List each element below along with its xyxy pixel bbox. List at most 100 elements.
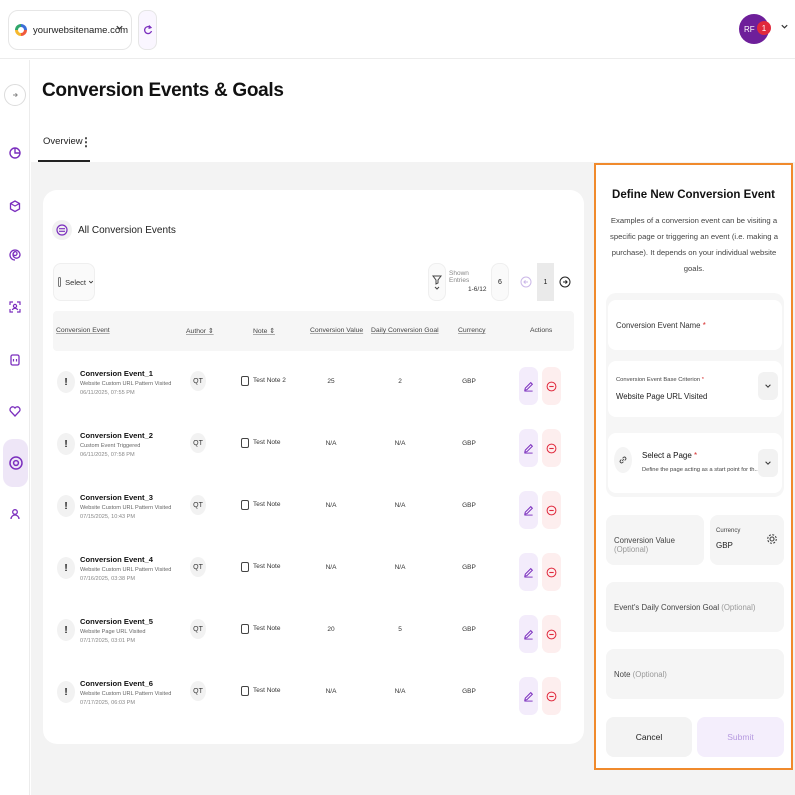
previous-page-button[interactable] (515, 263, 537, 301)
event-name[interactable]: Conversion Event_6 (80, 679, 153, 688)
sidebar-item-heatmaps[interactable] (4, 400, 26, 422)
entries-per-page-select[interactable]: 6 (491, 263, 509, 301)
more-vertical-icon[interactable]: ⋮ (80, 135, 92, 149)
edit-button[interactable] (519, 553, 538, 591)
minus-circle-icon (546, 381, 557, 391)
daily-goal: N/A (394, 502, 406, 509)
event-name[interactable]: Conversion Event_3 (80, 493, 153, 502)
column-currency[interactable]: Currency (458, 327, 486, 334)
column-author[interactable]: Author ⇕ (186, 327, 214, 335)
delete-button[interactable] (542, 367, 561, 405)
daily-goal-input[interactable]: Event's Daily Conversion Goal (Optional) (606, 582, 784, 632)
event-name[interactable]: Conversion Event_1 (80, 369, 153, 378)
conversion-value: N/A (325, 688, 337, 695)
criterion-text: Conversion Event Base Criterion (616, 377, 701, 383)
event-name[interactable]: Conversion Event_5 (80, 617, 153, 626)
optional-hint: (Optional) (632, 670, 667, 679)
note-input[interactable]: Note (Optional) (606, 649, 784, 699)
edit-button[interactable] (519, 367, 538, 405)
page-number-current[interactable]: 1 (537, 263, 554, 301)
note-icon (241, 376, 249, 386)
edit-button[interactable] (519, 491, 538, 529)
event-name[interactable]: Conversion Event_4 (80, 555, 153, 564)
chevron-down-icon (115, 23, 124, 32)
event-date: 07/17/2025, 03:01 PM (80, 638, 136, 644)
delete-button[interactable] (542, 491, 561, 529)
box-icon (9, 200, 21, 213)
minus-circle-icon (546, 443, 557, 453)
chevron-down-icon[interactable] (758, 372, 778, 400)
table-header: Conversion Event Author ⇕ Note ⇕ Convers… (53, 311, 574, 351)
sidebar-item-dashboard[interactable] (4, 142, 26, 164)
page-select[interactable]: Select a Page * Define the page acting a… (608, 433, 782, 493)
author-avatar: QT (190, 557, 206, 577)
edit-button[interactable] (519, 615, 538, 653)
event-name-label: Conversion Event Name * (616, 321, 706, 330)
conversion-value: N/A (325, 502, 337, 509)
event-name-input[interactable]: Conversion Event Name * (608, 300, 782, 350)
account-chevron-icon[interactable] (780, 22, 789, 31)
refresh-button[interactable] (138, 10, 157, 50)
edit-button[interactable] (519, 429, 538, 467)
conversion-value-input[interactable]: Conversion Value (Optional) (606, 515, 704, 565)
event-criterion: Website Custom URL Pattern Visited (80, 691, 172, 697)
sidebar-collapse-button[interactable] (4, 84, 26, 106)
event-name-text: Conversion Event Name (616, 321, 701, 330)
pencil-icon (524, 505, 534, 516)
user-avatar[interactable]: RF 1 (739, 14, 771, 44)
base-criterion-select[interactable]: Conversion Event Base Criterion * Websit… (608, 361, 782, 417)
event-note: Test Note (253, 687, 281, 694)
note-icon (241, 624, 249, 634)
filter-icon (432, 275, 442, 290)
sidebar-item-conversions[interactable] (3, 439, 28, 487)
table-row: ! Conversion Event_3 Website Custom URL … (53, 479, 574, 539)
column-conversion-value[interactable]: Conversion Value (310, 327, 363, 334)
event-name[interactable]: Conversion Event_2 (80, 431, 153, 440)
currency: GBP (462, 440, 476, 447)
column-daily-goal[interactable]: Daily Conversion Goal (371, 327, 439, 334)
sidebar-item-traffic[interactable] (4, 195, 26, 217)
event-note: Test Note 2 (253, 377, 286, 384)
top-bar: yourwebsitename.com RF 1 (0, 0, 795, 59)
sidebar-item-visitors[interactable] (4, 296, 26, 318)
currency-select[interactable]: Currency GBP (710, 515, 784, 565)
minus-circle-icon (546, 505, 557, 515)
note-icon (241, 438, 249, 448)
optional-hint: (Optional) (614, 545, 649, 554)
edit-button[interactable] (519, 677, 538, 715)
delete-button[interactable] (542, 553, 561, 591)
warning-icon: ! (57, 681, 75, 703)
arrow-left-icon (520, 276, 532, 288)
event-date: 06/11/2025, 07:58 PM (80, 452, 135, 458)
website-selector[interactable]: yourwebsitename.com (8, 10, 132, 50)
column-conversion-event[interactable]: Conversion Event (56, 327, 110, 334)
optional-hint: (Optional) (721, 603, 756, 612)
submit-button[interactable]: Submit (697, 717, 784, 757)
select-dropdown[interactable]: Select (53, 263, 95, 301)
note-label: Note (Optional) (614, 670, 667, 679)
delete-button[interactable] (542, 615, 561, 653)
criterion-value: Website Page URL Visited (616, 392, 708, 401)
currency: GBP (462, 502, 476, 509)
sidebar (0, 60, 30, 795)
shown-entries-label: Shown Entries (449, 270, 470, 284)
sidebar-item-account[interactable] (4, 503, 26, 525)
event-note: Test Note (253, 501, 281, 508)
daily-goal: 5 (398, 626, 402, 633)
delete-button[interactable] (542, 429, 561, 467)
conversion-value: N/A (325, 440, 337, 447)
filter-button[interactable] (428, 263, 446, 301)
page-label-text: Select a Page (642, 451, 692, 460)
column-note-label: Note (253, 328, 268, 335)
sidebar-item-reports[interactable] (4, 349, 26, 371)
event-criterion: Website Custom URL Pattern Visited (80, 381, 172, 387)
delete-button[interactable] (542, 677, 561, 715)
next-page-button[interactable] (555, 263, 575, 301)
chevron-down-icon[interactable] (758, 449, 778, 477)
column-note[interactable]: Note ⇕ (253, 327, 275, 335)
daily-goal: N/A (394, 564, 406, 571)
gear-icon[interactable] (764, 525, 780, 553)
cancel-button[interactable]: Cancel (606, 717, 692, 757)
note-icon (241, 686, 249, 696)
sidebar-item-behavior[interactable] (4, 244, 26, 266)
